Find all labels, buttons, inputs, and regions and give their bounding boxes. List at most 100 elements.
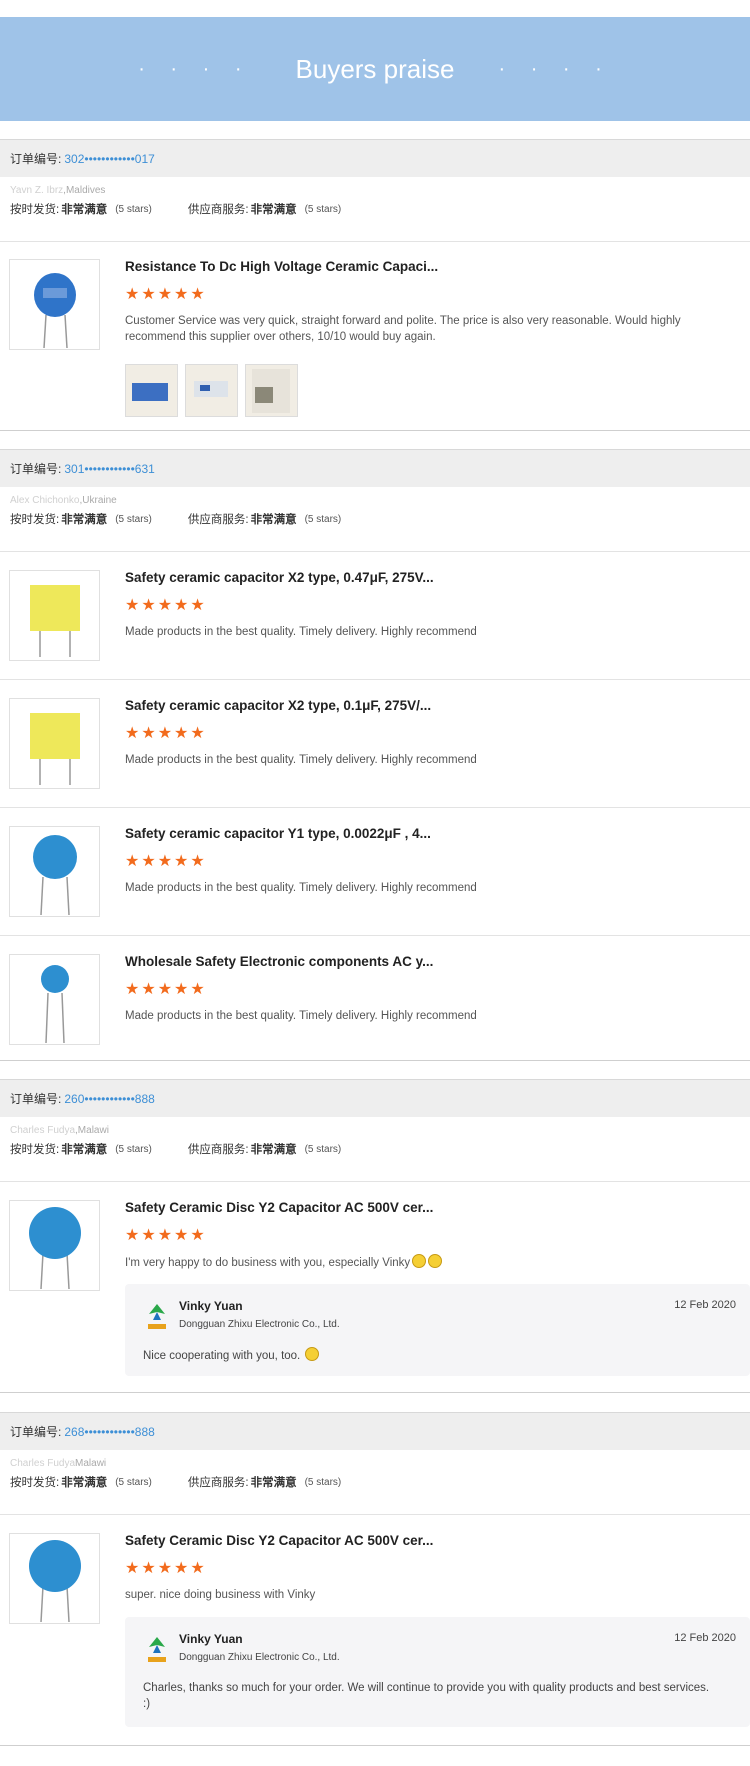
order-number[interactable]: 301••••••••••••631 — [64, 462, 154, 476]
review-content: Safety ceramic capacitor Y1 type, 0.0022… — [125, 826, 738, 896]
reply-author: Vinky Yuan — [179, 1299, 243, 1313]
product-title[interactable]: Safety ceramic capacitor X2 type, 0.1μF,… — [125, 698, 738, 716]
on-time-stars: (5 stars) — [115, 1476, 152, 1488]
product-thumbnail[interactable] — [9, 1200, 100, 1291]
reply-text-content: Nice cooperating with you, too. — [143, 1350, 301, 1362]
product-title[interactable]: Resistance To Dc High Voltage Ceramic Ca… — [125, 259, 738, 277]
product-thumbnail[interactable] — [9, 826, 100, 917]
review-item: Safety Ceramic Disc Y2 Capacitor AC 500V… — [0, 1181, 750, 1397]
review-item: Safety Ceramic Disc Y2 Capacitor AC 500V… — [0, 1514, 750, 1744]
rating-stars: ★★★★★ — [125, 853, 207, 870]
product-title[interactable]: Safety Ceramic Disc Y2 Capacitor AC 500V… — [125, 1200, 738, 1218]
buyer-country: ,Malawi — [75, 1125, 109, 1136]
banner-dots-left: · · · · — [138, 57, 252, 80]
product-thumbnail[interactable] — [9, 698, 100, 789]
on-time-value: 非常满意 — [61, 1144, 108, 1156]
on-time-stars: (5 stars) — [115, 513, 152, 525]
buyer-name: Charles Fudya — [10, 1458, 76, 1469]
smile-emoji-icon — [305, 1347, 320, 1361]
product-thumbnail[interactable] — [9, 259, 100, 350]
buyer-info: Yavn Z. Ibrz,Maldives 按时发货: 非常满意 (5 stars)… — [0, 177, 750, 241]
review-photo[interactable] — [185, 364, 238, 417]
order-header: 订单编号: 268••••••••••••888 — [0, 1412, 750, 1450]
review-comment: Made products in the best quality. Timel… — [125, 882, 477, 894]
review-item: Safety ceramic capacitor X2 type, 0.1μF,… — [0, 679, 750, 807]
buyer-name: Yavn Z. Ibrz — [10, 185, 64, 196]
review-content: Safety ceramic capacitor X2 type, 0.47μF… — [125, 570, 738, 640]
order-number-label: 订单编号: — [10, 1425, 62, 1439]
review-item: Safety ceramic capacitor Y1 type, 0.0022… — [0, 807, 750, 935]
buyer-country: ,Ukraine — [79, 495, 117, 506]
review-item: Resistance To Dc High Voltage Ceramic Ca… — [0, 241, 750, 431]
review-comment: I'm very happy to do business with you, … — [125, 1254, 738, 1271]
review-item: Wholesale Safety Electronic components A… — [0, 935, 750, 1063]
review-content: Safety Ceramic Disc Y2 Capacitor AC 500V… — [125, 1533, 738, 1603]
buyer-ratings: 按时发货: 非常满意 (5 stars) 供应商服务: 非常满意 (5 stars) — [10, 1474, 740, 1490]
order-separator — [0, 1392, 750, 1393]
product-title[interactable]: Safety Ceramic Disc Y2 Capacitor AC 500V… — [125, 1533, 738, 1551]
product-thumbnail[interactable] — [9, 570, 100, 661]
on-time-label: 按时发货: — [10, 1144, 60, 1156]
product-title[interactable]: Wholesale Safety Electronic components A… — [125, 954, 738, 972]
on-time-label: 按时发货: — [10, 1477, 60, 1489]
buyer-info: Alex Chichonko,Ukraine 按时发货: 非常满意 (5 stars… — [0, 487, 750, 551]
on-time-label: 按时发货: — [10, 204, 60, 216]
review-photo[interactable] — [125, 364, 178, 417]
rating-stars: ★★★★★ — [125, 725, 207, 742]
order-card: 订单编号: 301••••••••••••631 Alex Chichonko,… — [0, 449, 750, 1063]
supplier-label: 供应商服务: — [187, 1144, 249, 1156]
order-card: 订单编号: 268••••••••••••888 Charles FudyaMa… — [0, 1412, 750, 1744]
supplier-stars: (5 stars) — [304, 513, 342, 525]
review-content: Resistance To Dc High Voltage Ceramic Ca… — [125, 259, 738, 345]
on-time-stars: (5 stars) — [115, 203, 152, 215]
order-number-label: 订单编号: — [10, 152, 62, 166]
rating-stars: ★★★★★ — [125, 981, 207, 998]
order-header: 订单编号: 260••••••••••••888 — [0, 1079, 750, 1117]
order-separator — [0, 1745, 750, 1746]
reply-author: Vinky Yuan — [179, 1632, 243, 1646]
buyer-info: Charles Fudya,Malawi 按时发货: 非常满意 (5 stars) … — [0, 1117, 750, 1181]
buyer-country: Malawi — [75, 1458, 107, 1469]
reply-company: Dongguan Zhixu Electronic Co., Ltd. — [179, 1319, 340, 1330]
product-thumbnail[interactable] — [9, 1533, 100, 1624]
product-title[interactable]: Safety ceramic capacitor Y1 type, 0.0022… — [125, 826, 738, 844]
on-time-value: 非常满意 — [61, 514, 108, 526]
review-photo[interactable] — [245, 364, 298, 417]
on-time-value: 非常满意 — [61, 1477, 108, 1489]
order-header: 订单编号: 301••••••••••••631 — [0, 449, 750, 487]
supplier-value: 非常满意 — [250, 514, 297, 526]
reply-text: Charles, thanks so much for your order. … — [143, 1682, 710, 1710]
grin-emoji-icon — [412, 1254, 427, 1268]
order-number[interactable]: 260••••••••••••888 — [64, 1092, 154, 1106]
order-separator — [0, 430, 750, 431]
buyer-location: Alex Chichonko,Ukraine — [10, 495, 740, 506]
buyer-name: Alex Chichonko — [10, 495, 80, 506]
company-logo-icon — [148, 1637, 166, 1662]
order-number-label: 订单编号: — [10, 462, 62, 476]
order-number[interactable]: 302••••••••••••017 — [64, 152, 154, 166]
supplier-label: 供应商服务: — [187, 514, 249, 526]
buyer-ratings: 按时发货: 非常满意 (5 stars) 供应商服务: 非常满意 (5 stars) — [10, 511, 740, 527]
order-card: 订单编号: 302••••••••••••017 Yavn Z. Ibrz,Ma… — [0, 139, 750, 431]
review-comment: Customer Service was very quick, straigh… — [125, 315, 681, 343]
buyer-name: Charles Fudya — [10, 1125, 76, 1136]
supplier-label: 供应商服务: — [187, 1477, 249, 1489]
supplier-value: 非常满意 — [250, 1477, 297, 1489]
buyer-ratings: 按时发货: 非常满意 (5 stars) 供应商服务: 非常满意 (5 stars) — [10, 1141, 740, 1157]
reply-date: 12 Feb 2020 — [674, 1299, 736, 1311]
on-time-stars: (5 stars) — [115, 1143, 152, 1155]
page-banner: · · · · Buyers praise · · · · — [0, 17, 750, 121]
reply-date: 12 Feb 2020 — [674, 1632, 736, 1644]
product-title[interactable]: Safety ceramic capacitor X2 type, 0.47μF… — [125, 570, 738, 588]
product-thumbnail[interactable] — [9, 954, 100, 1045]
rating-stars: ★★★★★ — [125, 1560, 207, 1577]
order-number-label: 订单编号: — [10, 1092, 62, 1106]
banner-dots-right: · · · · — [498, 57, 612, 80]
order-card: 订单编号: 260••••••••••••888 Charles Fudya,M… — [0, 1079, 750, 1397]
order-number[interactable]: 268••••••••••••888 — [64, 1425, 154, 1439]
supplier-value: 非常满意 — [250, 204, 297, 216]
buyer-location: Charles Fudya,Malawi — [10, 1125, 740, 1136]
reply-text: Nice cooperating with you, too. — [143, 1347, 710, 1364]
grin-emoji-icon — [428, 1254, 443, 1268]
rating-stars: ★★★★★ — [125, 597, 207, 614]
